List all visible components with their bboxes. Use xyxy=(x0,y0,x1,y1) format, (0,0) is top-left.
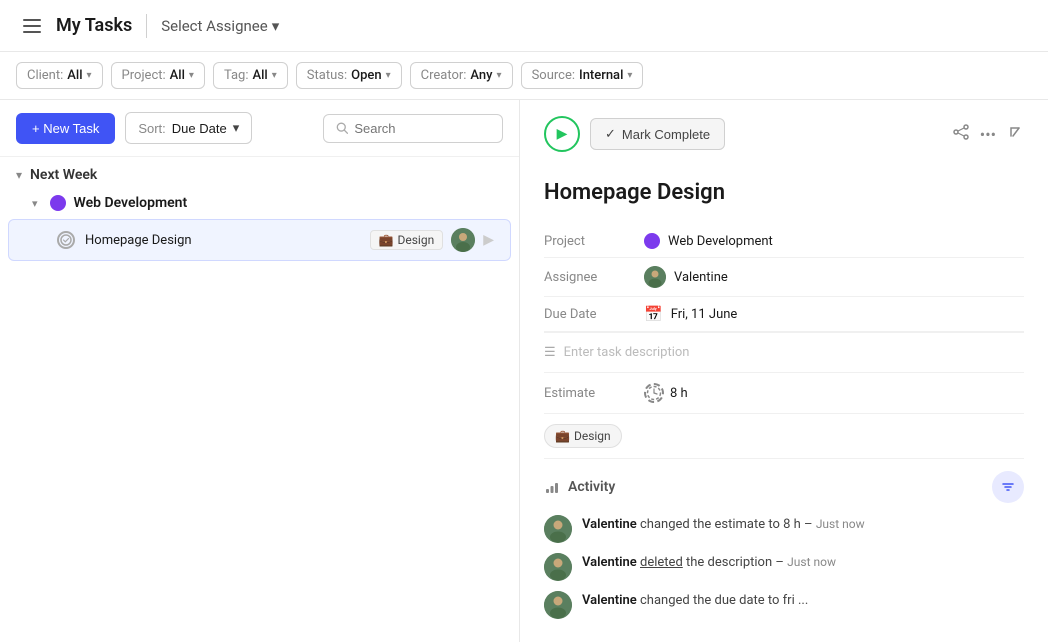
sort-chevron-icon: ▾ xyxy=(233,120,240,136)
avatar xyxy=(451,228,475,252)
section-toggle-icon[interactable]: ▾ xyxy=(16,168,22,182)
detail-header: ▶ ✓ Mark Complete ••• xyxy=(544,116,1024,164)
sort-button[interactable]: Sort: Due Date ▾ xyxy=(125,112,252,144)
assignee-field: Assignee Valentine xyxy=(544,258,1024,297)
checkmark-icon: ✓ xyxy=(605,126,616,142)
description-area[interactable]: ☰ Enter task description xyxy=(544,332,1024,373)
project-toggle-icon[interactable]: ▾ xyxy=(32,197,38,210)
more-options-icon[interactable]: ••• xyxy=(980,125,996,144)
list-item: Valentine deleted the description – Just… xyxy=(544,553,1024,581)
source-filter[interactable]: Source: Internal ▾ xyxy=(521,62,644,89)
assignee-field-label: Assignee xyxy=(544,270,644,285)
project-row[interactable]: ▾ Web Development xyxy=(0,189,519,217)
estimate-value[interactable]: 8 h xyxy=(644,383,688,403)
assignee-field-value[interactable]: Valentine xyxy=(644,266,728,288)
play-icon: ▶ xyxy=(557,126,568,142)
activity-text: Valentine changed the due date to fri ..… xyxy=(582,591,808,619)
sort-value: Due Date xyxy=(172,121,227,136)
filter-activity-button[interactable] xyxy=(992,471,1024,503)
tag-pill[interactable]: 💼 Design xyxy=(544,424,622,448)
task-detail-title: Homepage Design xyxy=(544,180,1024,205)
activity-title: Activity xyxy=(544,479,615,495)
sort-label: Sort: xyxy=(138,121,165,136)
due-date-field-value[interactable]: 📅 Fri, 11 June xyxy=(644,305,737,323)
estimate-clock-icon xyxy=(644,383,664,403)
task-tag: 💼 Design xyxy=(370,230,444,250)
project-name: Web Development xyxy=(74,195,188,211)
project-dot xyxy=(50,195,66,211)
tag-filter[interactable]: Tag: All ▾ xyxy=(213,62,288,89)
mark-complete-button[interactable]: ✓ Mark Complete xyxy=(590,118,725,150)
tag-briefcase-icon: 💼 xyxy=(555,429,570,443)
right-panel: ▶ ✓ Mark Complete ••• xyxy=(520,100,1048,642)
activity-header: Activity xyxy=(544,471,1024,503)
description-icon: ☰ xyxy=(544,345,556,360)
list-item: Valentine changed the estimate to 8 h – … xyxy=(544,515,1024,543)
new-task-button[interactable]: + New Task xyxy=(16,113,115,144)
menu-icon[interactable] xyxy=(16,10,48,42)
calendar-icon: 📅 xyxy=(644,305,663,323)
filter-bar: Client: All ▾ Project: All ▾ Tag: All ▾ … xyxy=(0,52,1048,100)
header-divider xyxy=(146,14,147,38)
activity-icon xyxy=(544,479,560,495)
project-color-dot xyxy=(644,233,660,249)
project-field-value[interactable]: Web Development xyxy=(644,233,773,249)
activity-avatar xyxy=(544,515,572,543)
estimate-label: Estimate xyxy=(544,386,644,401)
briefcase-icon: 💼 xyxy=(379,233,394,247)
due-date-field-label: Due Date xyxy=(544,307,644,322)
play-circle-button[interactable]: ▶ xyxy=(544,116,580,152)
detail-actions: ••• xyxy=(952,123,1024,145)
status-filter[interactable]: Status: Open ▾ xyxy=(296,62,402,89)
page-title: My Tasks xyxy=(56,15,132,36)
expand-icon[interactable] xyxy=(1006,123,1024,145)
assignee-avatar xyxy=(644,266,666,288)
task-list: ▾ Next Week ▾ Web Development Homepag xyxy=(0,157,519,642)
search-icon xyxy=(336,121,348,135)
tags-row: 💼 Design xyxy=(544,414,1024,459)
toolbar: + New Task Sort: Due Date ▾ xyxy=(0,100,519,157)
filter-icon xyxy=(1001,480,1015,494)
search-box[interactable] xyxy=(323,114,503,143)
search-input[interactable] xyxy=(354,121,490,136)
client-filter[interactable]: Client: All ▾ xyxy=(16,62,103,89)
share-icon[interactable] xyxy=(952,123,970,145)
activity-text: Valentine changed the estimate to 8 h – … xyxy=(582,515,865,543)
app-header: My Tasks Select Assignee ▾ xyxy=(0,0,1048,52)
project-field: Project Web Development xyxy=(544,225,1024,258)
table-row[interactable]: Homepage Design 💼 Design ▶ xyxy=(8,219,511,261)
activity-section: Activity xyxy=(544,459,1024,619)
section-title: Next Week xyxy=(30,167,97,183)
main-layout: + New Task Sort: Due Date ▾ ▾ Next Week xyxy=(0,100,1048,642)
assignee-selector[interactable]: Select Assignee ▾ xyxy=(161,17,279,35)
project-field-label: Project xyxy=(544,234,644,249)
task-name: Homepage Design xyxy=(85,233,370,248)
due-date-field: Due Date 📅 Fri, 11 June xyxy=(544,297,1024,332)
task-check-icon[interactable] xyxy=(57,231,75,249)
assignee-avatar-img xyxy=(451,228,475,252)
activity-avatar xyxy=(544,591,572,619)
project-filter[interactable]: Project: All ▾ xyxy=(111,62,205,89)
play-task-icon[interactable]: ▶ xyxy=(483,232,494,248)
estimate-row: Estimate 8 h xyxy=(544,373,1024,414)
creator-filter[interactable]: Creator: Any ▾ xyxy=(410,62,513,89)
list-item: Valentine changed the due date to fri ..… xyxy=(544,591,1024,619)
activity-avatar xyxy=(544,553,572,581)
activity-text: Valentine deleted the description – Just… xyxy=(582,553,836,581)
left-panel: + New Task Sort: Due Date ▾ ▾ Next Week xyxy=(0,100,520,642)
section-header: ▾ Next Week xyxy=(0,157,519,189)
